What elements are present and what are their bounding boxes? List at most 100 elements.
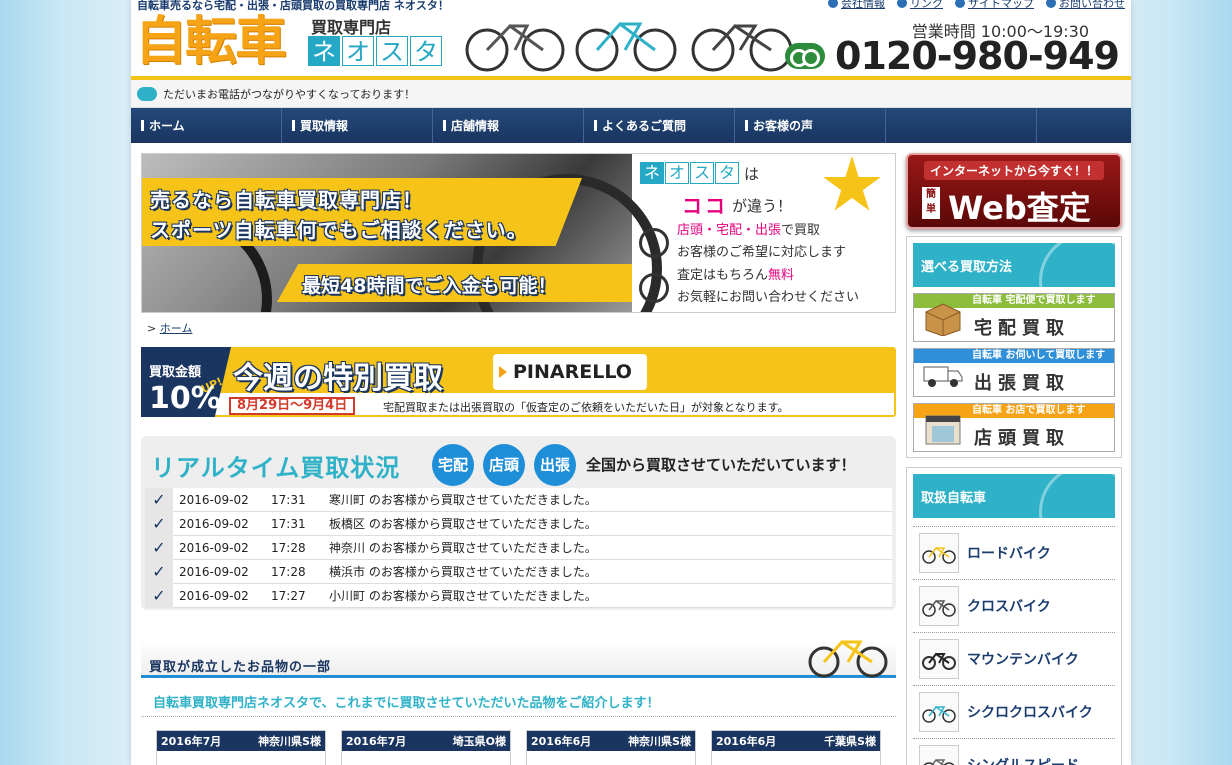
link-contact[interactable]: お問い合わせ	[1046, 0, 1125, 11]
logo-neo-char: ス	[376, 36, 408, 66]
tire-icon	[639, 228, 669, 258]
purchase-methods-box: 選べる買取方法 自転車 宅配便で買取します 宅配買取 自転車 お伺いして買取しま…	[906, 236, 1122, 458]
logo-neosuta[interactable]: ネ オ ス タ	[308, 36, 442, 66]
special-purchase-banner[interactable]: 買取金額 UP! 10% 今週の特別買取 PINARELLO 8月29日～9月4…	[141, 347, 896, 417]
breadcrumb: > ホーム	[147, 322, 193, 335]
starburst-icon	[823, 156, 881, 211]
link-links[interactable]: リンク	[897, 0, 943, 11]
phone-block[interactable]: 0120-980-949	[785, 36, 1120, 76]
header-bikes-image	[465, 21, 793, 72]
bike-type-single-speed[interactable]: シングルスピード	[913, 738, 1115, 765]
nav-faq[interactable]: よくあるご質問	[584, 108, 735, 143]
single-speed-bike-icon	[919, 745, 959, 765]
check-icon: ✓	[145, 511, 173, 536]
web-appraisal-tagline: インターネットから今すぐ！！	[924, 161, 1105, 180]
hero-features: ネオスタ は ココ が違う！ 店頭・宅配・出張で買取 お客様のご希望に対応します …	[637, 154, 895, 312]
item-card[interactable]: 2016年6月 千葉県S様	[711, 730, 881, 765]
top-links: 会社情報 リンク サイトマップ お問い合わせ	[828, 0, 1125, 11]
list-item: ✓ 2016-09-02 17:31 板橋区 のお客様から買取させていただきました。	[145, 511, 892, 536]
link-company[interactable]: 会社情報	[828, 0, 885, 11]
items-heading: 買取が成立したお品物の一部	[141, 640, 896, 678]
nav-store-info[interactable]: 店舗情報	[433, 108, 584, 143]
bicycle-icon	[808, 640, 888, 678]
nav-customer-voice[interactable]: お客様の声	[735, 108, 886, 143]
hero-banner[interactable]: 売るなら自転車買取専門店！ スポーツ自転車何でもご相談ください。 最短48時間で…	[141, 153, 896, 313]
check-icon: ✓	[145, 535, 173, 560]
hero-koko: ココ	[682, 194, 728, 218]
breadcrumb-home-link[interactable]: ホーム	[160, 322, 193, 335]
hero-neosuta-logo: ネオスタ は	[640, 162, 759, 184]
freedial-icon	[785, 43, 826, 69]
triangle-right-icon	[499, 366, 507, 378]
link-sitemap[interactable]: サイトマップ	[955, 0, 1034, 11]
speech-bubble-icon	[137, 86, 157, 101]
bike-types-box: 取扱自転車 ロードバイク クロスバイク マウンテンバイク シクロクロスバイク シ…	[906, 467, 1122, 765]
item-card[interactable]: 2016年7月 神奈川県S様	[156, 730, 326, 765]
bike-type-cyclocross[interactable]: シクロクロスバイク	[913, 685, 1115, 738]
realtime-list: ✓ 2016-09-02 17:31 寒川町 のお客様から買取させていただきました。 …	[145, 487, 892, 608]
special-dates: 8月29日～9月4日	[229, 397, 356, 415]
badge-label: 買取金額	[149, 365, 202, 380]
check-icon: ✓	[145, 487, 173, 512]
hero-headline-3: 最短48時間でご入金も可能！	[302, 275, 557, 297]
method-badge-delivery: 宅配	[432, 444, 474, 486]
list-item: ✓ 2016-09-02 17:27 小川町 のお客様から買取させていただきました。	[145, 583, 892, 608]
item-card[interactable]: 2016年7月 埼玉県O様	[341, 730, 511, 765]
link-bullet-icon	[828, 0, 838, 8]
items-intro: 自転車買取専門店ネオスタで、これまでに買取させていただいた品物をご紹介します！	[153, 696, 660, 711]
method-delivery[interactable]: 自転車 宅配便で買取します 宅配買取	[913, 293, 1115, 342]
web-appraisal-label: Web査定	[948, 189, 1091, 227]
web-appraisal-button[interactable]: インターネットから今すぐ！！ 簡単 Web査定	[906, 153, 1122, 229]
item-card[interactable]: 2016年6月 神奈川県S様	[526, 730, 696, 765]
hero-headline-2: スポーツ自転車何でもご相談ください。	[150, 218, 528, 242]
logo-neo-char: タ	[410, 36, 442, 66]
truck-icon	[923, 366, 963, 387]
link-bullet-icon	[955, 0, 965, 8]
list-item: ✓ 2016-09-02 17:28 横浜市 のお客様から買取させていただきました。	[145, 559, 892, 584]
phone-number[interactable]: 0120-980-949	[835, 36, 1120, 76]
bike-type-cross[interactable]: クロスバイク	[913, 579, 1115, 632]
hero-headline-1: 売るなら自転車買取専門店！	[150, 188, 423, 212]
hero-feature-1: 店頭・宅配・出張で買取 お客様のご希望に対応します	[637, 220, 895, 264]
special-brand: PINARELLO	[493, 354, 647, 390]
mountain-bike-icon	[919, 639, 959, 679]
cyclocross-bike-icon	[919, 692, 959, 732]
list-item: ✓ 2016-09-02 17:31 寒川町 のお客様から買取させていただきました。	[145, 487, 892, 512]
bike-types-heading: 取扱自転車	[913, 474, 1115, 518]
box-icon	[925, 303, 961, 336]
nav-home[interactable]: ホーム	[131, 108, 282, 143]
method-visit[interactable]: 自転車 お伺いして買取します 出張買取	[913, 348, 1115, 397]
road-bike-icon	[919, 533, 959, 573]
logo-sub-text: 買取専門店	[311, 18, 392, 37]
logo-neo-char: ネ	[308, 36, 340, 66]
header: 自転車売るなら宅配・出張・店頭買取の買取専門店 ネオスタ！ 自転車 買取専門店 …	[131, 0, 1131, 78]
link-bullet-icon	[1046, 0, 1056, 8]
realtime-status: リアルタイム買取状況 宅配 店頭 出張 全国から買取させていただいています！ ✓…	[141, 436, 896, 610]
tire-icon	[639, 273, 669, 303]
realtime-note: 全国から買取させていただいています！	[586, 456, 856, 474]
check-icon: ✓	[145, 583, 173, 608]
hero-feature-2: 査定はもちろん無料 お気軽にお問い合わせください	[637, 265, 895, 309]
web-appraisal-easy: 簡単	[922, 187, 940, 219]
special-condition: 宅配買取または出張買取の「仮査定のご依頼をいただいた日」が対象となります。	[383, 401, 789, 414]
special-title: 今週の特別買取	[233, 361, 443, 396]
page: 自転車売るなら宅配・出張・店頭買取の買取専門店 ネオスタ！ 自転車 買取専門店 …	[131, 0, 1131, 765]
bike-type-road[interactable]: ロードバイク	[913, 526, 1115, 579]
notice-text: ただいまお電話がつながりやすくなっております！	[163, 87, 416, 101]
nav-purchase-info[interactable]: 買取情報	[282, 108, 433, 143]
method-badge-store: 店頭	[483, 444, 525, 486]
hero-chigau: が違う！	[732, 197, 793, 215]
cross-bike-icon	[919, 586, 959, 626]
notice-bar: ただいまお電話がつながりやすくなっております！	[131, 80, 1131, 108]
logo-neo-char: オ	[342, 36, 374, 66]
method-store[interactable]: 自転車 お店で買取します 店頭買取	[913, 403, 1115, 452]
badge-percent: 10%	[149, 381, 221, 416]
method-badge-visit: 出張	[534, 444, 576, 486]
bike-type-mountain[interactable]: マウンテンバイク	[913, 632, 1115, 685]
global-nav: ホーム 買取情報 店舗情報 よくあるご質問 お客様の声	[131, 108, 1131, 143]
logo-main-text[interactable]: 自転車	[135, 14, 287, 70]
list-item: ✓ 2016-09-02 17:28 神奈川 のお客様から買取させていただきました。	[145, 535, 892, 560]
realtime-title: リアルタイム買取状況	[151, 454, 401, 482]
divider	[141, 716, 896, 717]
check-icon: ✓	[145, 559, 173, 584]
